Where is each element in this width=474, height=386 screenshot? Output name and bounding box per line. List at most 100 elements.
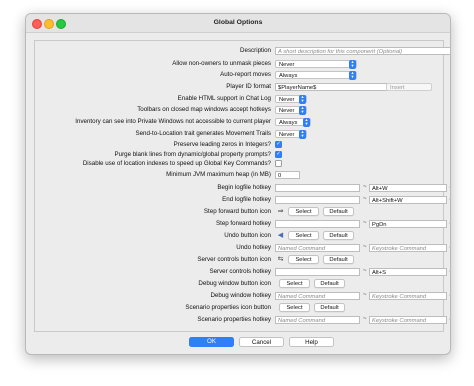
tilde-separator: ~ — [363, 183, 367, 190]
undo-arrow-icon[interactable]: ↶ — [449, 183, 450, 192]
inventory-row: Inventory can see into Private Windows n… — [35, 117, 443, 128]
server-select-button[interactable]: Select — [288, 255, 319, 264]
insert-dropdown[interactable]: Insert — [386, 82, 432, 91]
server-keystroke[interactable]: Alt+S — [369, 267, 447, 276]
scenario-select-button[interactable]: Select — [279, 303, 310, 312]
step-forward-hotkey-label: Step forward hotkey — [215, 220, 271, 227]
autoreport-select[interactable]: Always ▴ ▾ — [275, 70, 357, 80]
send-location-label: Send-to-Location trait generates Movemen… — [135, 130, 271, 137]
end-log-named-command[interactable] — [275, 195, 360, 204]
allow-nonowners-select[interactable]: Never ▴ ▾ — [275, 59, 357, 69]
purge-blank-label: Purge blank lines from dynamic/global pr… — [114, 151, 271, 158]
jvm-heap-row: Minimum JVM maximum heap (in MB) 0 — [35, 170, 443, 181]
leading-zeros-label: Preserve leading zeros in Integers? — [173, 141, 271, 148]
disable-indexes-checkbox[interactable] — [275, 160, 282, 167]
undo-arrow-icon[interactable]: ↶ — [449, 315, 450, 324]
scenario-named-command[interactable]: Named Command — [275, 315, 360, 324]
step-forward-default-button[interactable]: Default — [323, 207, 354, 216]
toolbars-row: Toolbars on closed map windows accept ho… — [35, 105, 443, 116]
title-bar: Global Options — [26, 14, 450, 33]
send-location-value: Never — [279, 131, 295, 138]
step-forward-icon-row: Step forward button icon ⇒ Select Defaul… — [35, 207, 443, 218]
ok-button[interactable]: OK — [189, 337, 234, 347]
global-options-window: Global Options Description A short descr… — [25, 13, 451, 355]
description-row: Description A short description for this… — [35, 46, 450, 57]
tilde-separator: ~ — [363, 219, 367, 226]
autoreport-label: Auto-report moves — [220, 71, 271, 78]
begin-log-named-command[interactable] — [275, 183, 360, 192]
disable-indexes-row: Disable use of location indexes to speed… — [35, 159, 443, 170]
debug-keystroke[interactable]: Keystroke Command — [369, 291, 447, 300]
tilde-separator: ~ — [363, 243, 367, 250]
description-input[interactable]: A short description for this component (… — [275, 46, 450, 55]
description-label: Description — [240, 47, 271, 54]
inventory-value: Always — [279, 119, 298, 126]
description-placeholder: A short description for this component (… — [278, 48, 403, 55]
undo-arrow-icon[interactable]: ↶ — [449, 291, 450, 300]
debug-select-button[interactable]: Select — [279, 279, 310, 288]
html-chat-select[interactable]: Never ▴ ▾ — [275, 94, 307, 104]
scenario-icon-label: Scenario properties icon button — [185, 304, 271, 311]
server-hotkey-label: Server controls hotkey — [209, 268, 271, 275]
tilde-separator: ~ — [363, 291, 367, 298]
server-hotkey-row: Server controls hotkey ~ Alt+S ↶ — [35, 267, 450, 278]
server-default-button[interactable]: Default — [323, 255, 354, 264]
scenario-icon-row: Scenario properties icon button Select D… — [35, 303, 443, 314]
window-title: Global Options — [213, 19, 263, 26]
undo-icon-label: Undo button icon — [224, 232, 271, 239]
allow-nonowners-value: Never — [279, 61, 295, 68]
allow-nonowners-row: Allow non-owners to unmask pieces Never … — [35, 59, 443, 70]
undo-named-placeholder: Named Command — [278, 245, 326, 252]
disable-indexes-label: Disable use of location indexes to speed… — [82, 160, 271, 167]
autoreport-value: Always — [279, 72, 298, 79]
step-forward-keystroke[interactable]: PgDn — [369, 219, 447, 228]
undo-keystroke[interactable]: Keystroke Command — [369, 243, 447, 252]
end-log-keystroke[interactable]: Alt+Shift+W — [369, 195, 447, 204]
insert-label: Insert — [390, 84, 405, 91]
scenario-keystroke[interactable]: Keystroke Command — [369, 315, 447, 324]
undo-arrow-icon[interactable]: ↶ — [449, 267, 450, 276]
send-location-select[interactable]: Never ▴ ▾ — [275, 129, 307, 139]
purge-blank-checkbox[interactable]: ✓ — [275, 151, 282, 158]
step-forward-icon-label: Step forward button icon — [203, 208, 271, 215]
undo-button-icon: ◀ — [277, 232, 284, 239]
html-chat-row: Enable HTML support in Chat Log Never ▴ ▾ — [35, 94, 443, 105]
options-panel: Description A short description for this… — [34, 40, 450, 332]
chevron-updown-icon: ▴ ▾ — [299, 105, 306, 115]
help-button[interactable]: Help — [289, 337, 334, 347]
undo-arrow-icon[interactable]: ↶ — [449, 219, 450, 228]
undo-arrow-icon[interactable]: ↶ — [449, 243, 450, 252]
server-named-command[interactable] — [275, 267, 360, 276]
chevron-updown-icon: ▴ ▾ — [299, 94, 306, 104]
step-forward-named-command[interactable] — [275, 219, 360, 228]
debug-default-button[interactable]: Default — [314, 279, 345, 288]
toolbars-value: Never — [279, 107, 295, 114]
debug-keystroke-placeholder: Keystroke Command — [372, 293, 427, 300]
inventory-select[interactable]: Always ▴ ▾ — [275, 117, 311, 127]
scenario-hotkey-row: Scenario properties hotkey Named Command… — [35, 315, 450, 326]
step-forward-select-button[interactable]: Select — [288, 207, 319, 216]
server-icon-label: Server controls button icon — [197, 256, 271, 263]
undo-keystroke-placeholder: Keystroke Command — [372, 245, 427, 252]
end-log-label: End logfile hotkey — [222, 196, 271, 203]
leading-zeros-checkbox[interactable]: ✓ — [275, 141, 282, 148]
cancel-button[interactable]: Cancel — [239, 337, 284, 347]
begin-log-label: Begin logfile hotkey — [217, 184, 271, 191]
begin-log-keystroke[interactable]: Alt+W — [369, 183, 447, 192]
debug-hotkey-row: Debug window hotkey Named Command ~ Keys… — [35, 291, 450, 302]
scenario-default-button[interactable]: Default — [314, 303, 345, 312]
player-id-label: Player ID format — [226, 83, 271, 90]
jvm-heap-input[interactable]: 0 — [275, 170, 300, 179]
undo-arrow-icon[interactable]: ↶ — [449, 195, 450, 204]
inventory-label: Inventory can see into Private Windows n… — [75, 118, 271, 125]
toolbars-select[interactable]: Never ▴ ▾ — [275, 105, 307, 115]
undo-named-command[interactable]: Named Command — [275, 243, 360, 252]
jvm-heap-label: Minimum JVM maximum heap (in MB) — [166, 171, 271, 178]
chevron-updown-icon: ▴ ▾ — [299, 129, 306, 139]
chevron-updown-icon: ▴ ▾ — [303, 117, 310, 127]
undo-default-button[interactable]: Default — [323, 231, 354, 240]
allow-nonowners-label: Allow non-owners to unmask pieces — [172, 60, 271, 67]
debug-named-command[interactable]: Named Command — [275, 291, 360, 300]
debug-icon-label: Debug window button icon — [198, 280, 271, 287]
undo-select-button[interactable]: Select — [288, 231, 319, 240]
